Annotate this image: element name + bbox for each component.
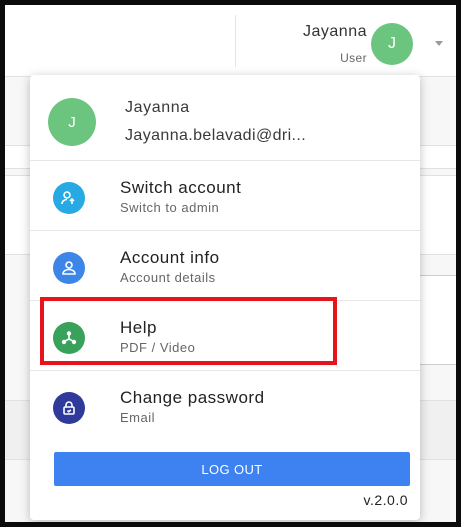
highlight-box (40, 297, 337, 365)
header-user-role: User (340, 51, 367, 65)
menu-item-subtitle: Switch to admin (120, 200, 220, 215)
version-label: v.2.0.0 (363, 492, 408, 508)
chevron-down-icon[interactable] (435, 41, 443, 46)
header-avatar[interactable]: J (371, 23, 413, 65)
profile-section: J Jayanna Jayanna.belavadi@dri... (30, 75, 420, 161)
user-icon (53, 252, 85, 284)
menu-item-title: Change password (120, 388, 265, 407)
screenshot-frame: Jayanna User J J Jayanna Jayanna.belavad… (0, 0, 461, 527)
menu-item-subtitle: Email (120, 410, 156, 425)
avatar-initial: J (68, 113, 76, 131)
profile-email: Jayanna.belavadi@dri... (125, 127, 307, 144)
menu-item-change-password[interactable]: Change password Email (30, 371, 420, 441)
app-header: Jayanna User J (5, 5, 456, 77)
menu-item-switch-account[interactable]: Switch account Switch to admin (30, 161, 420, 231)
header-user-info[interactable]: Jayanna User (247, 23, 367, 65)
switch-user-icon (53, 182, 85, 214)
lock-icon (53, 392, 85, 424)
profile-name: Jayanna (125, 99, 190, 116)
header-user-name: Jayanna (303, 23, 367, 40)
header-divider (235, 15, 236, 67)
menu-item-title: Switch account (120, 178, 242, 197)
menu-item-title: Account info (120, 248, 220, 267)
header-avatar-initial: J (388, 35, 396, 52)
menu-item-subtitle: Account details (120, 270, 216, 285)
menu-item-account-info[interactable]: Account info Account details (30, 231, 420, 301)
logout-button[interactable]: LOG OUT (54, 452, 410, 486)
avatar: J (48, 98, 96, 146)
